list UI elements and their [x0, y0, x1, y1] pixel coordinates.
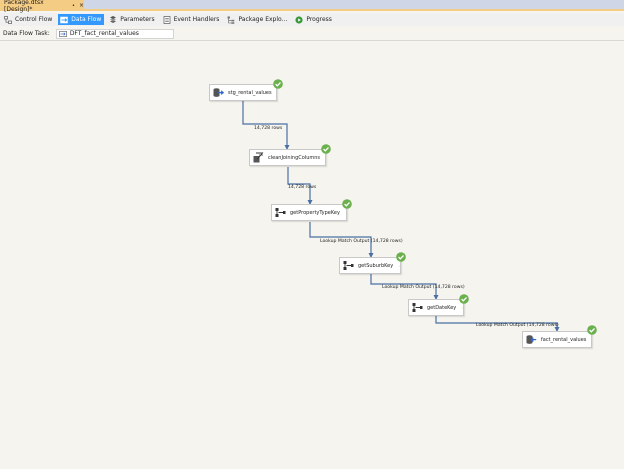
path-label-1: 14,728 rows	[254, 126, 283, 131]
success-check-icon	[587, 325, 597, 335]
path-label-2: 14,728 rows	[288, 185, 317, 190]
document-tab-package[interactable]: Package.dtsx [Design]* • ×	[0, 0, 84, 13]
component-get-suburb-key[interactable]: getSuburbKey	[339, 257, 401, 274]
lookup-icon	[343, 260, 354, 271]
lookup-icon	[412, 302, 423, 313]
ole-db-destination-icon	[526, 334, 537, 345]
component-name: getPropertyTypeKey	[290, 209, 340, 216]
package-explorer-icon	[227, 16, 235, 24]
tab-data-flow-label: Data Flow	[71, 16, 102, 23]
control-flow-icon	[4, 15, 12, 24]
path-label-4: Lookup Match Output (14,728 rows)	[382, 285, 465, 290]
tab-control-flow[interactable]: Control Flow	[2, 14, 55, 25]
data-flow-task-select[interactable]: DFT_fact_rental_values	[55, 28, 174, 39]
tab-parameters[interactable]: Parameters	[107, 14, 157, 25]
designer-tab-bar: Control Flow Data Flow Parameters Event …	[0, 13, 624, 26]
document-tab-title: Package.dtsx [Design]*	[4, 0, 44, 13]
tab-data-flow[interactable]: Data Flow	[58, 14, 105, 25]
lookup-icon	[275, 207, 286, 218]
success-check-icon	[459, 294, 469, 304]
component-name: getDateKey	[427, 304, 457, 311]
success-check-icon	[396, 252, 406, 262]
tab-progress-label: Progress	[306, 16, 332, 23]
component-name: cleanJoiningColumns	[268, 154, 321, 161]
path-label-5: Lookup Match Output (14,728 rows)	[476, 323, 559, 328]
component-clean-joining-columns[interactable]: cleanJoiningColumns	[249, 149, 326, 166]
path-label-3: Lookup Match Output (14,728 rows)	[320, 239, 403, 244]
derived-column-icon	[253, 152, 264, 163]
data-path-1[interactable]	[242, 101, 290, 150]
pin-icon[interactable]: •	[72, 3, 75, 9]
tab-event-handlers[interactable]: Event Handlers	[161, 14, 223, 25]
data-flow-task-icon	[58, 30, 67, 37]
event-handlers-icon	[163, 15, 171, 24]
tab-progress[interactable]: Progress	[293, 14, 335, 25]
tab-package-explorer-label: Package Explo...	[238, 16, 288, 23]
tab-parameters-label: Parameters	[120, 16, 155, 23]
warning-icon	[399, 265, 400, 266]
tab-event-handlers-label: Event Handlers	[173, 16, 220, 23]
document-tab-strip: Package.dtsx [Design]* • ×	[0, 0, 624, 13]
data-flow-icon	[60, 16, 69, 24]
progress-icon	[295, 15, 303, 24]
data-flow-task-value: DFT_fact_rental_values	[69, 30, 139, 37]
warning-icon	[462, 307, 463, 308]
component-get-date-key[interactable]: getDateKey	[408, 299, 464, 316]
component-name: fact_rental_values	[541, 336, 587, 343]
data-flow-task-label: Data Flow Task:	[3, 30, 50, 37]
component-name: getSuburbKey	[358, 262, 394, 269]
component-get-property-type-key[interactable]: getPropertyTypeKey	[271, 204, 347, 221]
success-check-icon	[342, 199, 352, 209]
data-flow-task-bar: Data Flow Task: DFT_fact_rental_values	[0, 27, 624, 41]
component-fact-rental-values[interactable]: fact_rental_values	[522, 331, 592, 348]
component-stg-rental-values[interactable]: stg_rental_values	[209, 84, 277, 101]
data-flow-canvas[interactable]: 14,728 rows 14,728 rows Lookup Match Out…	[0, 42, 624, 469]
success-check-icon	[273, 79, 283, 89]
close-icon[interactable]: ×	[79, 2, 84, 9]
tab-control-flow-label: Control Flow	[15, 16, 53, 23]
success-check-icon	[321, 144, 331, 154]
ole-db-source-icon	[213, 87, 224, 98]
parameters-icon	[109, 15, 117, 24]
component-name: stg_rental_values	[228, 89, 272, 96]
tab-package-explorer[interactable]: Package Explo...	[225, 14, 290, 25]
data-flow-paths	[242, 101, 560, 332]
